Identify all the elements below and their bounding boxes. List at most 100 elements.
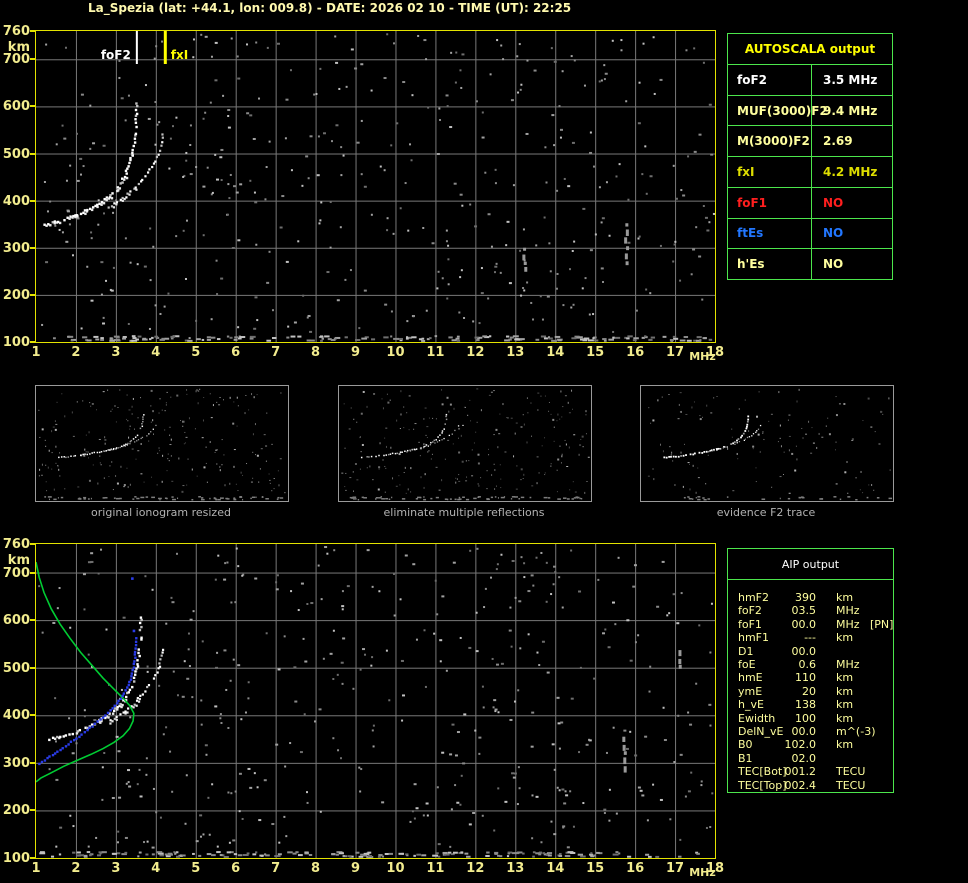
x-axis-tick-label: 15	[586, 861, 605, 876]
bottom-ionogram-plot	[35, 543, 716, 863]
parameter-unit: km	[836, 671, 854, 685]
autoscala-row-fof2: foF2 3.5 MHz	[728, 65, 892, 95]
parameter-label: ymE	[738, 684, 763, 698]
x-axis-tick-label: 13	[506, 345, 525, 360]
parameter-unit: km	[836, 631, 854, 645]
parameter-value: NO	[823, 195, 844, 210]
y-axis-tick-mark	[30, 105, 35, 108]
x-axis-tick-label: 14	[546, 861, 565, 876]
parameter-unit: km	[836, 711, 854, 725]
page-title: La_Spezia (lat: +44.1, lon: 009.8) - DAT…	[88, 1, 572, 15]
x-axis-tick-label: 5	[191, 861, 201, 876]
parameter-value: 3.5 MHz	[823, 72, 878, 87]
parameter-note	[870, 685, 893, 698]
y-axis-tick-mark	[30, 30, 35, 32]
x-axis-tick-label: 7	[271, 345, 281, 360]
parameter-note: [PN]	[870, 617, 894, 631]
parameter-label: DelN_vE	[738, 725, 784, 739]
parameter-unit: km	[836, 698, 854, 712]
x-axis-tick-label: 11	[426, 861, 445, 876]
y-axis-tick-label: 700	[2, 565, 30, 581]
x-axis-tick-label: 17	[666, 345, 685, 360]
parameter-note	[870, 752, 893, 765]
parameter-value: NO	[823, 226, 844, 241]
panel-caption: original ionogram resized	[91, 506, 231, 519]
y-axis-tick-mark	[30, 199, 35, 202]
aip-table-header: AIP output	[728, 549, 893, 580]
parameter-unit	[836, 752, 870, 765]
y-axis-tick-label: 200	[2, 287, 30, 303]
parameter-value: 00.0	[791, 644, 817, 658]
parameter-label: Ewidth	[738, 711, 776, 725]
y-axis-tick-mark	[30, 58, 35, 61]
panel-eliminate-reflections	[338, 385, 592, 506]
aip-output-table: AIP output hmF2 390 km foF2 03.5 MHz foF1 00.0 M…	[727, 548, 894, 793]
x-axis-tick-label: 14	[546, 345, 565, 360]
parameter-label: hmE	[738, 671, 763, 685]
autoscala-row-m3000f2: M(3000)F2 2.69	[728, 125, 892, 157]
parameter-note	[870, 658, 893, 671]
parameter-note	[870, 604, 893, 617]
parameter-value: 138	[795, 698, 816, 712]
svg-text:fxI: fxI	[171, 48, 188, 62]
x-axis-unit-label: MHz	[689, 350, 716, 363]
x-axis-tick-label: 2	[71, 861, 81, 876]
y-axis-tick-mark	[30, 571, 35, 574]
parameter-label: M(3000)F2	[728, 126, 812, 157]
parameter-label: foE	[738, 658, 756, 672]
parameter-value: NO	[823, 257, 844, 272]
aip-row-delnve: DelN_vE 00.0 m^(-3)	[738, 725, 893, 738]
x-axis-tick-label: 8	[311, 861, 321, 876]
y-axis-tick-mark	[30, 714, 35, 717]
top-ionogram-canvas: foF2 fxI	[35, 30, 716, 343]
y-axis-tick-mark	[30, 857, 35, 859]
parameter-value: 00.0	[791, 617, 817, 631]
parameter-label: B1	[738, 751, 753, 765]
parameter-label: foF1	[728, 187, 812, 218]
top-ionogram-plot: foF2 fxI	[35, 30, 716, 347]
parameter-note	[870, 738, 893, 751]
x-axis-tick-label: 4	[151, 345, 161, 360]
autoscala-row-fof1: foF1 NO	[728, 186, 892, 218]
parameter-value: 100	[795, 711, 816, 725]
parameter-value: 002.4	[784, 778, 817, 792]
parameter-value: 02.0	[791, 751, 817, 765]
x-axis-tick-label: 16	[626, 345, 645, 360]
y-axis-tick-label: 300	[2, 240, 30, 256]
parameter-label: TEC[Bot]	[738, 765, 787, 779]
aip-row-b1: B1 02.0	[738, 752, 893, 765]
x-axis-tick-label: 5	[191, 345, 201, 360]
autoscala-row-ftes: ftEs NO	[728, 217, 892, 249]
x-axis-tick-label: 8	[311, 345, 321, 360]
parameter-label: D1	[738, 644, 754, 658]
aip-row-hme: hmE 110 km	[738, 671, 893, 684]
y-axis-tick-label: 500	[2, 660, 30, 676]
y-axis-tick-mark	[30, 809, 35, 812]
autoscala-row-fxi: fxI 4.2 MHz	[728, 156, 892, 187]
y-axis-tick-mark	[30, 152, 35, 155]
parameter-note	[870, 698, 893, 711]
y-axis-tick-mark	[30, 246, 35, 249]
parameter-label: h_vE	[738, 698, 764, 712]
parameter-value: 102.0	[784, 738, 817, 752]
y-axis-tick-mark	[30, 761, 35, 764]
aip-row-foe: foE 0.6 MHz	[738, 658, 893, 671]
aip-row-fof2: foF2 03.5 MHz	[738, 604, 893, 617]
x-axis-tick-label: 13	[506, 861, 525, 876]
parameter-value: 110	[795, 671, 816, 685]
aip-row-b0: B0 102.0 km	[738, 738, 893, 751]
panel-caption: eliminate multiple reflections	[383, 506, 545, 519]
autoscala-row-muf3000f2: MUF(3000)F2 9.4 MHz	[728, 94, 892, 126]
parameter-note	[870, 645, 893, 658]
x-axis-tick-label: 12	[466, 861, 485, 876]
parameter-note	[870, 712, 893, 725]
parameter-label: MUF(3000)F2	[728, 95, 828, 126]
parameter-label: hmF1	[738, 631, 770, 645]
y-axis-tick-mark	[30, 543, 35, 545]
x-axis-tick-label: 6	[231, 861, 241, 876]
y-axis-tick-label: 600	[2, 613, 30, 629]
x-axis-tick-label: 7	[271, 861, 281, 876]
y-axis-tick-mark	[30, 293, 35, 296]
parameter-unit: TECU	[836, 778, 866, 792]
parameter-value: 20	[802, 684, 816, 698]
